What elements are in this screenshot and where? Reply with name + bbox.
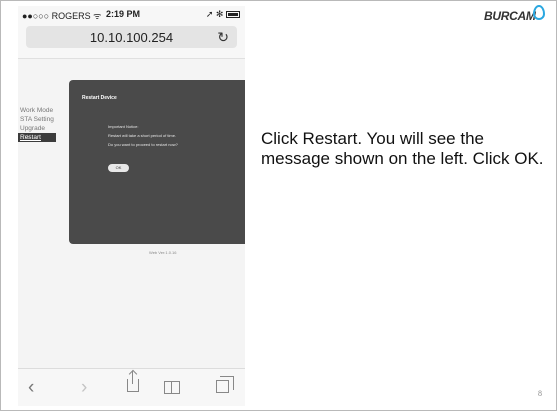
instruction-text: Click Restart. You will see the message … — [261, 129, 544, 168]
ok-button[interactable]: OK — [108, 164, 129, 172]
safari-toolbar: ‹ › — [18, 368, 245, 406]
phone-screenshot: ●●○○○ ROGERS ᯤ 2:19 PM ➚ ✻ 10.10.100.254… — [18, 6, 245, 406]
slide: ●●○○○ ROGERS ᯤ 2:19 PM ➚ ✻ 10.10.100.254… — [0, 0, 557, 411]
reload-icon[interactable]: ↻ — [217, 29, 229, 46]
status-time: 2:19 PM — [106, 9, 141, 19]
tabs-icon[interactable] — [216, 376, 234, 393]
nav-item-sta-setting[interactable]: STA Setting — [18, 115, 56, 124]
nav-item-restart[interactable]: Restart — [18, 133, 56, 142]
status-bar: ●●○○○ ROGERS ᯤ 2:19 PM ➚ ✻ — [18, 6, 245, 23]
url-text[interactable]: 10.10.100.254 — [26, 30, 237, 45]
share-icon[interactable] — [127, 371, 139, 392]
dialog-question: Do you want to proceed to restart now? — [108, 142, 178, 147]
web-version: Web Ver:1.0.16 — [149, 250, 177, 255]
water-drop-icon — [533, 5, 545, 20]
carrier-signal: ●●○○○ ROGERS ᯤ — [22, 11, 102, 21]
nav-item-upgrade-sw[interactable]: Upgrade SW — [18, 124, 56, 141]
forward-icon[interactable]: › — [81, 377, 87, 399]
burcam-logo: BURCAM — [484, 9, 536, 23]
dialog-notice-line: Restart will take a short period of time… — [108, 133, 177, 138]
web-content: Work Mode STA Setting Upgrade SW Restart… — [18, 58, 245, 368]
dialog-title: Restart Device — [82, 95, 117, 101]
bookmarks-icon[interactable] — [164, 381, 180, 394]
dialog-notice-heading: Important Notice: — [108, 124, 139, 129]
nav-item-work-mode[interactable]: Work Mode — [18, 106, 56, 115]
page-number: 8 — [538, 389, 542, 398]
restart-dialog: Restart Device Important Notice: Restart… — [69, 80, 245, 244]
location-bluetooth-icons: ➚ ✻ — [205, 9, 224, 19]
address-bar[interactable]: 10.10.100.254 ↻ — [26, 26, 237, 48]
back-icon[interactable]: ‹ — [28, 377, 34, 399]
status-indicators: ➚ ✻ — [206, 9, 240, 20]
battery-icon — [226, 11, 240, 19]
settings-nav: Work Mode STA Setting Upgrade SW Restart — [18, 106, 56, 142]
